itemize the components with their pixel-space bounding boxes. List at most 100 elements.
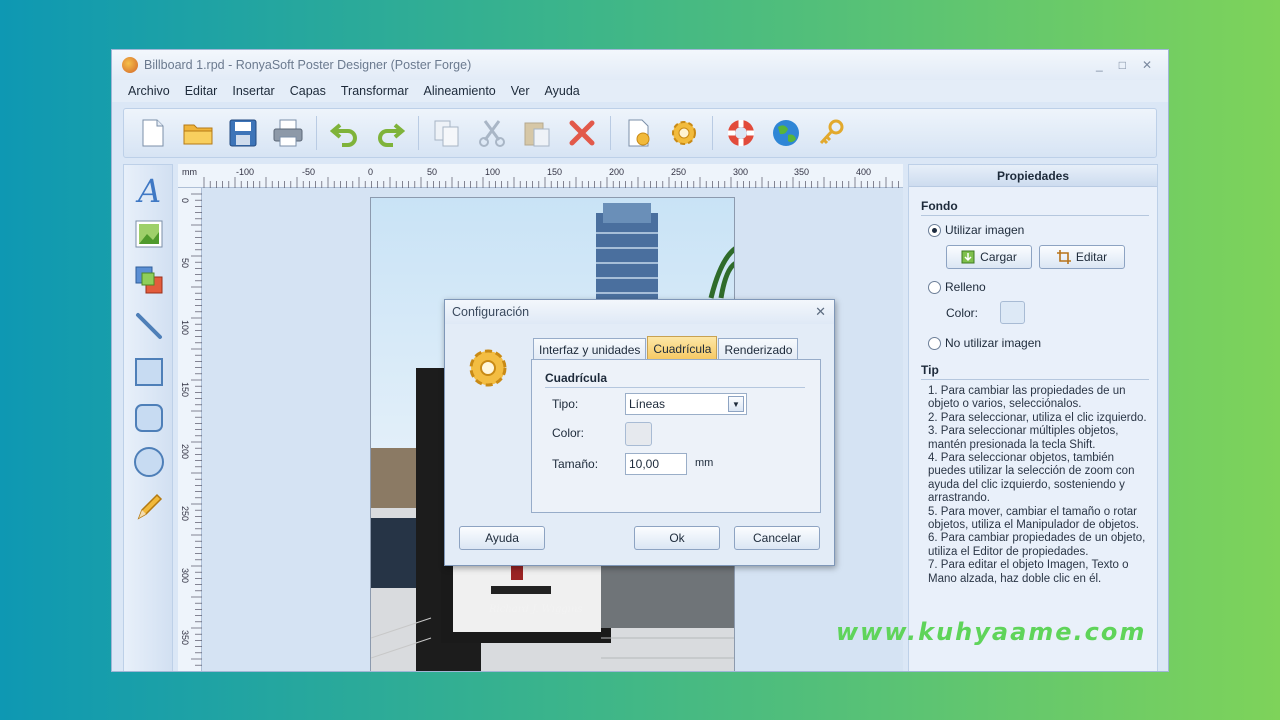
window-title: Billboard 1.rpd - RonyaSoft Poster Desig… — [144, 58, 472, 72]
no-image-label: No utilizar imagen — [945, 336, 1042, 350]
menu-transformar[interactable]: Transformar — [341, 84, 409, 98]
tab-renderizado[interactable]: Renderizado — [718, 338, 799, 360]
line-tool-icon[interactable] — [132, 309, 166, 343]
ruler-label: 300 — [180, 568, 190, 584]
type-select-value: Líneas — [629, 397, 666, 411]
menu-archivo[interactable]: Archivo — [128, 84, 170, 98]
toolbar-separator — [316, 116, 317, 150]
menu-editar[interactable]: Editar — [185, 84, 218, 98]
fill-option[interactable]: Relleno — [928, 280, 986, 294]
menu-ver[interactable]: Ver — [511, 84, 530, 98]
crop-icon — [1056, 250, 1071, 264]
ruler-label: 400 — [856, 167, 872, 177]
main-toolbar — [123, 108, 1157, 158]
fill-color-swatch[interactable] — [1000, 301, 1025, 324]
help-button[interactable]: Ayuda — [459, 526, 545, 550]
delete-icon[interactable] — [565, 116, 599, 150]
help-lifebuoy-icon[interactable] — [724, 116, 758, 150]
chevron-down-icon[interactable]: ▼ — [728, 396, 744, 412]
fill-label: Relleno — [945, 280, 986, 294]
ruler-label: 300 — [733, 167, 749, 177]
ruler-label: -50 — [302, 167, 316, 177]
load-image-icon — [961, 250, 975, 264]
tip-item: 1. Para cambiar las propiedades de un ob… — [928, 385, 1126, 411]
paste-icon[interactable] — [520, 116, 554, 150]
size-input[interactable]: 10,00 — [625, 453, 687, 475]
grid-group-title: Cuadrícula — [545, 371, 805, 388]
edit-button-label: Editar — [1075, 250, 1108, 264]
cut-icon[interactable] — [475, 116, 509, 150]
close-button[interactable]: ✕ — [1142, 58, 1152, 72]
dialog-close-icon[interactable]: ✕ — [815, 304, 826, 320]
use-image-radio[interactable] — [928, 223, 941, 237]
watermark-text: www.kuhyaame.com — [836, 618, 1147, 646]
pencil-tool-icon[interactable] — [132, 489, 166, 523]
menu-insertar[interactable]: Insertar — [232, 84, 274, 98]
fill-radio[interactable] — [928, 280, 941, 294]
size-label: Tamaño: — [552, 457, 599, 471]
type-select[interactable]: Líneas ▼ — [625, 393, 747, 415]
properties-panel: Propiedades Fondo Utilizar imagen Cargar… — [908, 164, 1158, 671]
no-image-radio[interactable] — [928, 336, 941, 350]
maximize-button[interactable]: □ — [1119, 58, 1126, 72]
ellipse-tool-icon[interactable] — [132, 445, 166, 479]
undo-icon[interactable] — [328, 116, 362, 150]
rounded-rectangle-tool-icon[interactable] — [132, 401, 166, 435]
redo-icon[interactable] — [373, 116, 407, 150]
ruler-label: 150 — [547, 167, 563, 177]
ok-button[interactable]: Ok — [634, 526, 720, 550]
poster-caption: Richard J. Wiggins — [489, 604, 583, 615]
layers-image-tool-icon[interactable] — [132, 263, 166, 297]
no-image-option[interactable]: No utilizar imagen — [928, 336, 1041, 350]
settings-gear-icon — [465, 345, 511, 394]
ruler-label: 0 — [180, 198, 190, 204]
tab-cuadricula[interactable]: Cuadrícula — [647, 336, 718, 360]
open-folder-icon[interactable] — [181, 116, 215, 150]
type-label: Tipo: — [552, 397, 579, 411]
settings-gear-icon[interactable] — [667, 116, 701, 150]
dialog-title-bar: Configuración ✕ — [445, 300, 834, 324]
horizontal-ruler: mm -100 -50 0 50 100 150 200 250 300 350… — [178, 164, 903, 188]
tip-item: 2. Para seleccionar, utiliza el clic izq… — [928, 411, 1147, 424]
grid-color-swatch[interactable] — [625, 422, 652, 446]
tip-item: 5. Para mover, cambiar el tamaño o rotar… — [928, 505, 1139, 532]
fill-color-label: Color: — [946, 306, 979, 320]
cancel-button[interactable]: Cancelar — [734, 526, 820, 550]
tip-item: 4. Para seleccionar objetos, también pue… — [928, 452, 1135, 505]
minimize-button[interactable]: _ — [1096, 58, 1103, 72]
tab-interfaz[interactable]: Interfaz y unidades — [533, 338, 647, 360]
key-icon[interactable] — [814, 116, 848, 150]
grid-tab-panel: Cuadrícula Tipo: Líneas ▼ Color: Tamaño:… — [531, 359, 821, 513]
menu-capas[interactable]: Capas — [290, 84, 326, 98]
menu-ayuda[interactable]: Ayuda — [545, 84, 580, 98]
ruler-label: 250 — [180, 506, 190, 522]
edit-button[interactable]: Editar — [1039, 245, 1125, 269]
new-document-icon[interactable] — [136, 116, 170, 150]
print-icon[interactable] — [271, 116, 305, 150]
ruler-label: 200 — [609, 167, 625, 177]
ruler-label: 150 — [180, 382, 190, 398]
svg-text:A: A — [135, 174, 161, 206]
use-image-option[interactable]: Utilizar imagen — [928, 223, 1024, 237]
ruler-label: 0 — [368, 167, 374, 177]
ruler-label: 200 — [180, 444, 190, 460]
properties-title: Propiedades — [909, 165, 1157, 187]
vertical-ruler: 0 50 100 150 200 250 300 350 — [178, 188, 202, 671]
ruler-label: 250 — [671, 167, 687, 177]
text-tool-icon[interactable]: A — [132, 173, 166, 207]
copy-icon[interactable] — [430, 116, 464, 150]
save-icon[interactable] — [226, 116, 260, 150]
menu-alineamiento[interactable]: Alineamiento — [423, 84, 495, 98]
fondo-heading: Fondo — [921, 199, 1149, 216]
load-button[interactable]: Cargar — [946, 245, 1032, 269]
app-icon — [122, 57, 138, 73]
tip-heading: Tip — [921, 363, 1149, 380]
size-input-value: 10,00 — [629, 457, 660, 471]
ruler-label: 100 — [485, 167, 501, 177]
rectangle-tool-icon[interactable] — [132, 355, 166, 389]
window-controls: _ □ ✕ — [1096, 58, 1168, 72]
dialog-title: Configuración — [452, 305, 530, 319]
page-settings-icon[interactable] — [622, 116, 656, 150]
web-globe-icon[interactable] — [769, 116, 803, 150]
image-tool-icon[interactable] — [132, 217, 166, 251]
